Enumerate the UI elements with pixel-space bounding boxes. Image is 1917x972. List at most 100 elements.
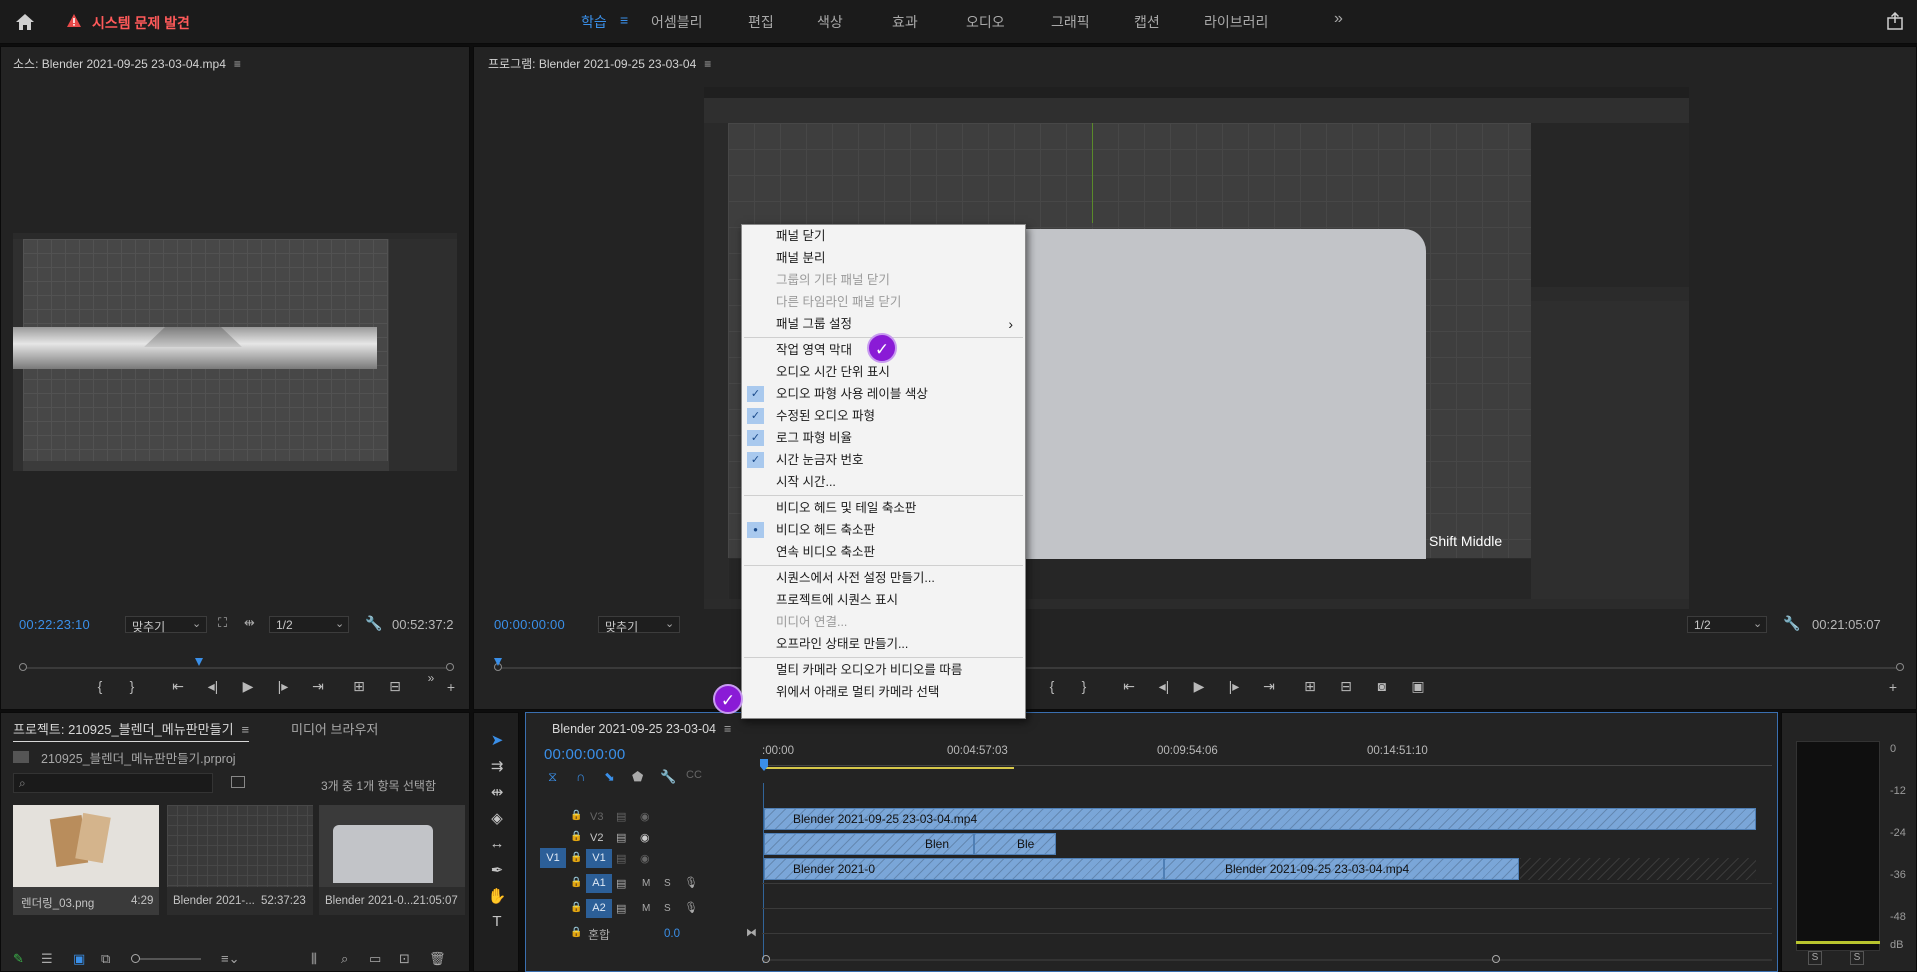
new-item-icon[interactable]: ⊡ [399, 951, 410, 967]
nest-icon[interactable]: ⧖ [548, 769, 557, 785]
menu-item-audio-time-units[interactable]: 오디오 시간 단위 표시 [742, 361, 1025, 383]
find-icon[interactable]: ⌕ [341, 951, 348, 967]
new-bin-icon[interactable]: ▭ [369, 951, 381, 967]
track-a2-label[interactable]: A2 [586, 899, 612, 918]
timeline-timecode[interactable]: 00:00:00:00 [544, 746, 625, 763]
hand-tool-icon[interactable]: ✋ [487, 887, 507, 905]
lift-icon[interactable]: ⊞ [1301, 678, 1319, 695]
menu-item-make-offline[interactable]: 오프라인 상태로 만들기... [742, 633, 1025, 655]
clip-v1-b[interactable]: Blender 2021-09-25 23-03-04.mp4 [1164, 858, 1519, 880]
compare-icon[interactable]: ▣ [1409, 678, 1427, 695]
clip-v2-b[interactable]: Ble [974, 833, 1056, 855]
workspace-tab-libraries[interactable]: 라이브러리 [1204, 12, 1268, 32]
menu-item-head-tail-thumbnails[interactable]: 비디오 헤드 및 테일 축소판 [742, 497, 1025, 519]
track-v2-label[interactable]: V2 [590, 832, 603, 844]
step-back-icon[interactable]: ◂| [1155, 678, 1173, 695]
workspace-tab-audio[interactable]: 오디오 [966, 12, 1005, 32]
add-button-icon[interactable]: + [1884, 679, 1902, 695]
track-a1-label[interactable]: A1 [586, 874, 612, 893]
workspace-tab-edit[interactable]: 편집 [748, 12, 774, 32]
settings-icon[interactable]: ⛶ [218, 615, 227, 631]
program-monitor-title[interactable]: 프로그램: Blender 2021-09-25 23-03-04 ≡ [488, 55, 711, 72]
tab-media-browser[interactable]: 미디어 브라우저 [291, 719, 378, 738]
solo-button[interactable]: S [664, 903, 671, 914]
play-icon[interactable]: ▶ [1190, 678, 1208, 695]
go-to-in-icon[interactable]: ⇤ [1120, 678, 1138, 695]
project-item-blender-video-2[interactable]: Blender 2021-0... 21:05:07 [319, 805, 465, 915]
sync-lock-icon[interactable]: ▤ [616, 810, 626, 823]
menu-item-multicam-audio-follows-video[interactable]: 멀티 카메라 오디오가 비디오를 따름 [742, 659, 1025, 681]
eye-icon[interactable]: ◉ [640, 810, 650, 823]
menu-item-reveal-sequence-in-project[interactable]: 프로젝트에 시퀀스 표시 [742, 589, 1025, 611]
project-item-blender-video-1[interactable]: Blender 2021-... 52:37:23 [167, 805, 313, 915]
workspace-tab-assembly[interactable]: 어셈블리 [651, 12, 703, 32]
menu-item-continuous-thumbnails[interactable]: 연속 비디오 축소판 [742, 541, 1025, 563]
more-workspaces-button[interactable]: » [1334, 10, 1343, 28]
microphone-icon[interactable]: 🎙 [684, 876, 698, 889]
more-controls-icon[interactable]: » [422, 671, 440, 685]
ripple-edit-tool-icon[interactable]: ⇹ [487, 783, 507, 801]
system-alert-label[interactable]: 시스템 문제 발견 [92, 13, 190, 33]
timeline-playhead[interactable] [760, 759, 768, 771]
panel-menu-icon[interactable]: ≡ [724, 722, 731, 736]
wrench-icon[interactable]: 🔧 [1783, 615, 1800, 632]
sort-icon[interactable]: ≡⌄ [221, 951, 239, 967]
selection-tool-icon[interactable]: ➤ [487, 731, 507, 749]
snap-icon[interactable]: ∩ [576, 769, 585, 784]
pen-tool-icon[interactable]: ✒ [487, 861, 507, 879]
sync-lock-icon[interactable]: ▤ [616, 902, 626, 915]
menu-item-rectified-waveforms[interactable]: ✓ 수정된 오디오 파형 [742, 405, 1025, 427]
menu-item-undock-panel[interactable]: 패널 분리 [742, 247, 1025, 269]
mix-value[interactable]: 0.0 [664, 928, 680, 940]
go-to-out-icon[interactable]: ⇥ [1260, 678, 1278, 695]
clip-v1-a[interactable]: Blender 2021-0 [764, 858, 1164, 880]
menu-item-multicam-top-down[interactable]: 위에서 아래로 멀티 카메라 선택 [742, 681, 1025, 703]
type-tool-icon[interactable]: T [487, 913, 507, 930]
mark-out-icon[interactable]: } [123, 678, 141, 694]
workspace-menu-icon[interactable]: ≡ [620, 12, 628, 28]
menu-item-close-panel[interactable]: 패널 닫기 [742, 225, 1025, 247]
workspace-tab-effects[interactable]: 효과 [892, 12, 918, 32]
lock-icon[interactable]: 🔒 [570, 852, 582, 863]
go-to-in-icon[interactable]: ⇤ [169, 678, 187, 695]
track-v1-label[interactable]: V1 [586, 849, 612, 868]
track-v1-source[interactable]: V1 [540, 848, 566, 868]
step-forward-icon[interactable]: |▸ [1225, 678, 1243, 695]
automate-icon[interactable]: ⫼ [311, 951, 317, 967]
eye-icon[interactable]: ◉ [640, 831, 650, 844]
panel-menu-icon[interactable]: ≡ [704, 57, 711, 71]
home-icon[interactable] [14, 12, 36, 32]
mark-out-icon[interactable]: } [1075, 678, 1093, 694]
menu-item-time-ruler-numbers[interactable]: ✓ 시간 눈금자 번호 [742, 449, 1025, 471]
search-input[interactable]: ⌕ [13, 773, 213, 793]
program-scrubber[interactable] [494, 658, 1904, 672]
workspace-tab-color[interactable]: 색상 [817, 12, 843, 32]
lock-icon[interactable]: 🔒 [570, 927, 582, 938]
captions-icon[interactable]: CC [686, 769, 702, 781]
panel-menu-icon[interactable]: ≡ [234, 57, 241, 71]
zoom-slider[interactable] [131, 954, 201, 963]
source-scrubber[interactable] [19, 658, 454, 672]
lock-icon[interactable]: 🔒 [570, 877, 582, 888]
mute-button[interactable]: M [642, 903, 650, 914]
source-timecode[interactable]: 00:22:23:10 [19, 617, 90, 632]
workspace-tab-learn[interactable]: 학습 [581, 12, 607, 32]
trash-icon[interactable]: 🗑 [429, 951, 446, 967]
step-back-icon[interactable]: ◂| [204, 678, 222, 695]
menu-item-head-thumbnails[interactable]: ● 비디오 헤드 축소판 [742, 519, 1025, 541]
tab-project[interactable]: 프로젝트: 210925_블렌더_메뉴판만들기 ≡ [13, 719, 250, 742]
mute-button[interactable]: M [642, 878, 650, 889]
microphone-icon[interactable]: 🎙 [684, 901, 698, 914]
insert-icon[interactable]: ⇹ [244, 615, 255, 631]
program-timecode[interactable]: 00:00:00:00 [494, 617, 565, 632]
step-forward-icon[interactable]: |▸ [274, 678, 292, 695]
wrench-icon[interactable]: 🔧 [365, 615, 382, 632]
sync-lock-icon[interactable]: ▤ [616, 831, 626, 844]
menu-item-panel-group-settings[interactable]: 패널 그룹 설정 › [742, 313, 1025, 335]
go-to-end-icon[interactable]: ⧓ [746, 926, 757, 939]
camera-icon[interactable]: ◙ [1373, 678, 1391, 694]
warning-icon[interactable] [66, 13, 82, 29]
solo-right-button[interactable]: S [1850, 951, 1864, 965]
slip-tool-icon[interactable]: ↔ [487, 835, 507, 852]
time-ruler[interactable]: :00:00 00:04:57:03 00:09:54:06 00:14:51:… [760, 743, 1772, 791]
